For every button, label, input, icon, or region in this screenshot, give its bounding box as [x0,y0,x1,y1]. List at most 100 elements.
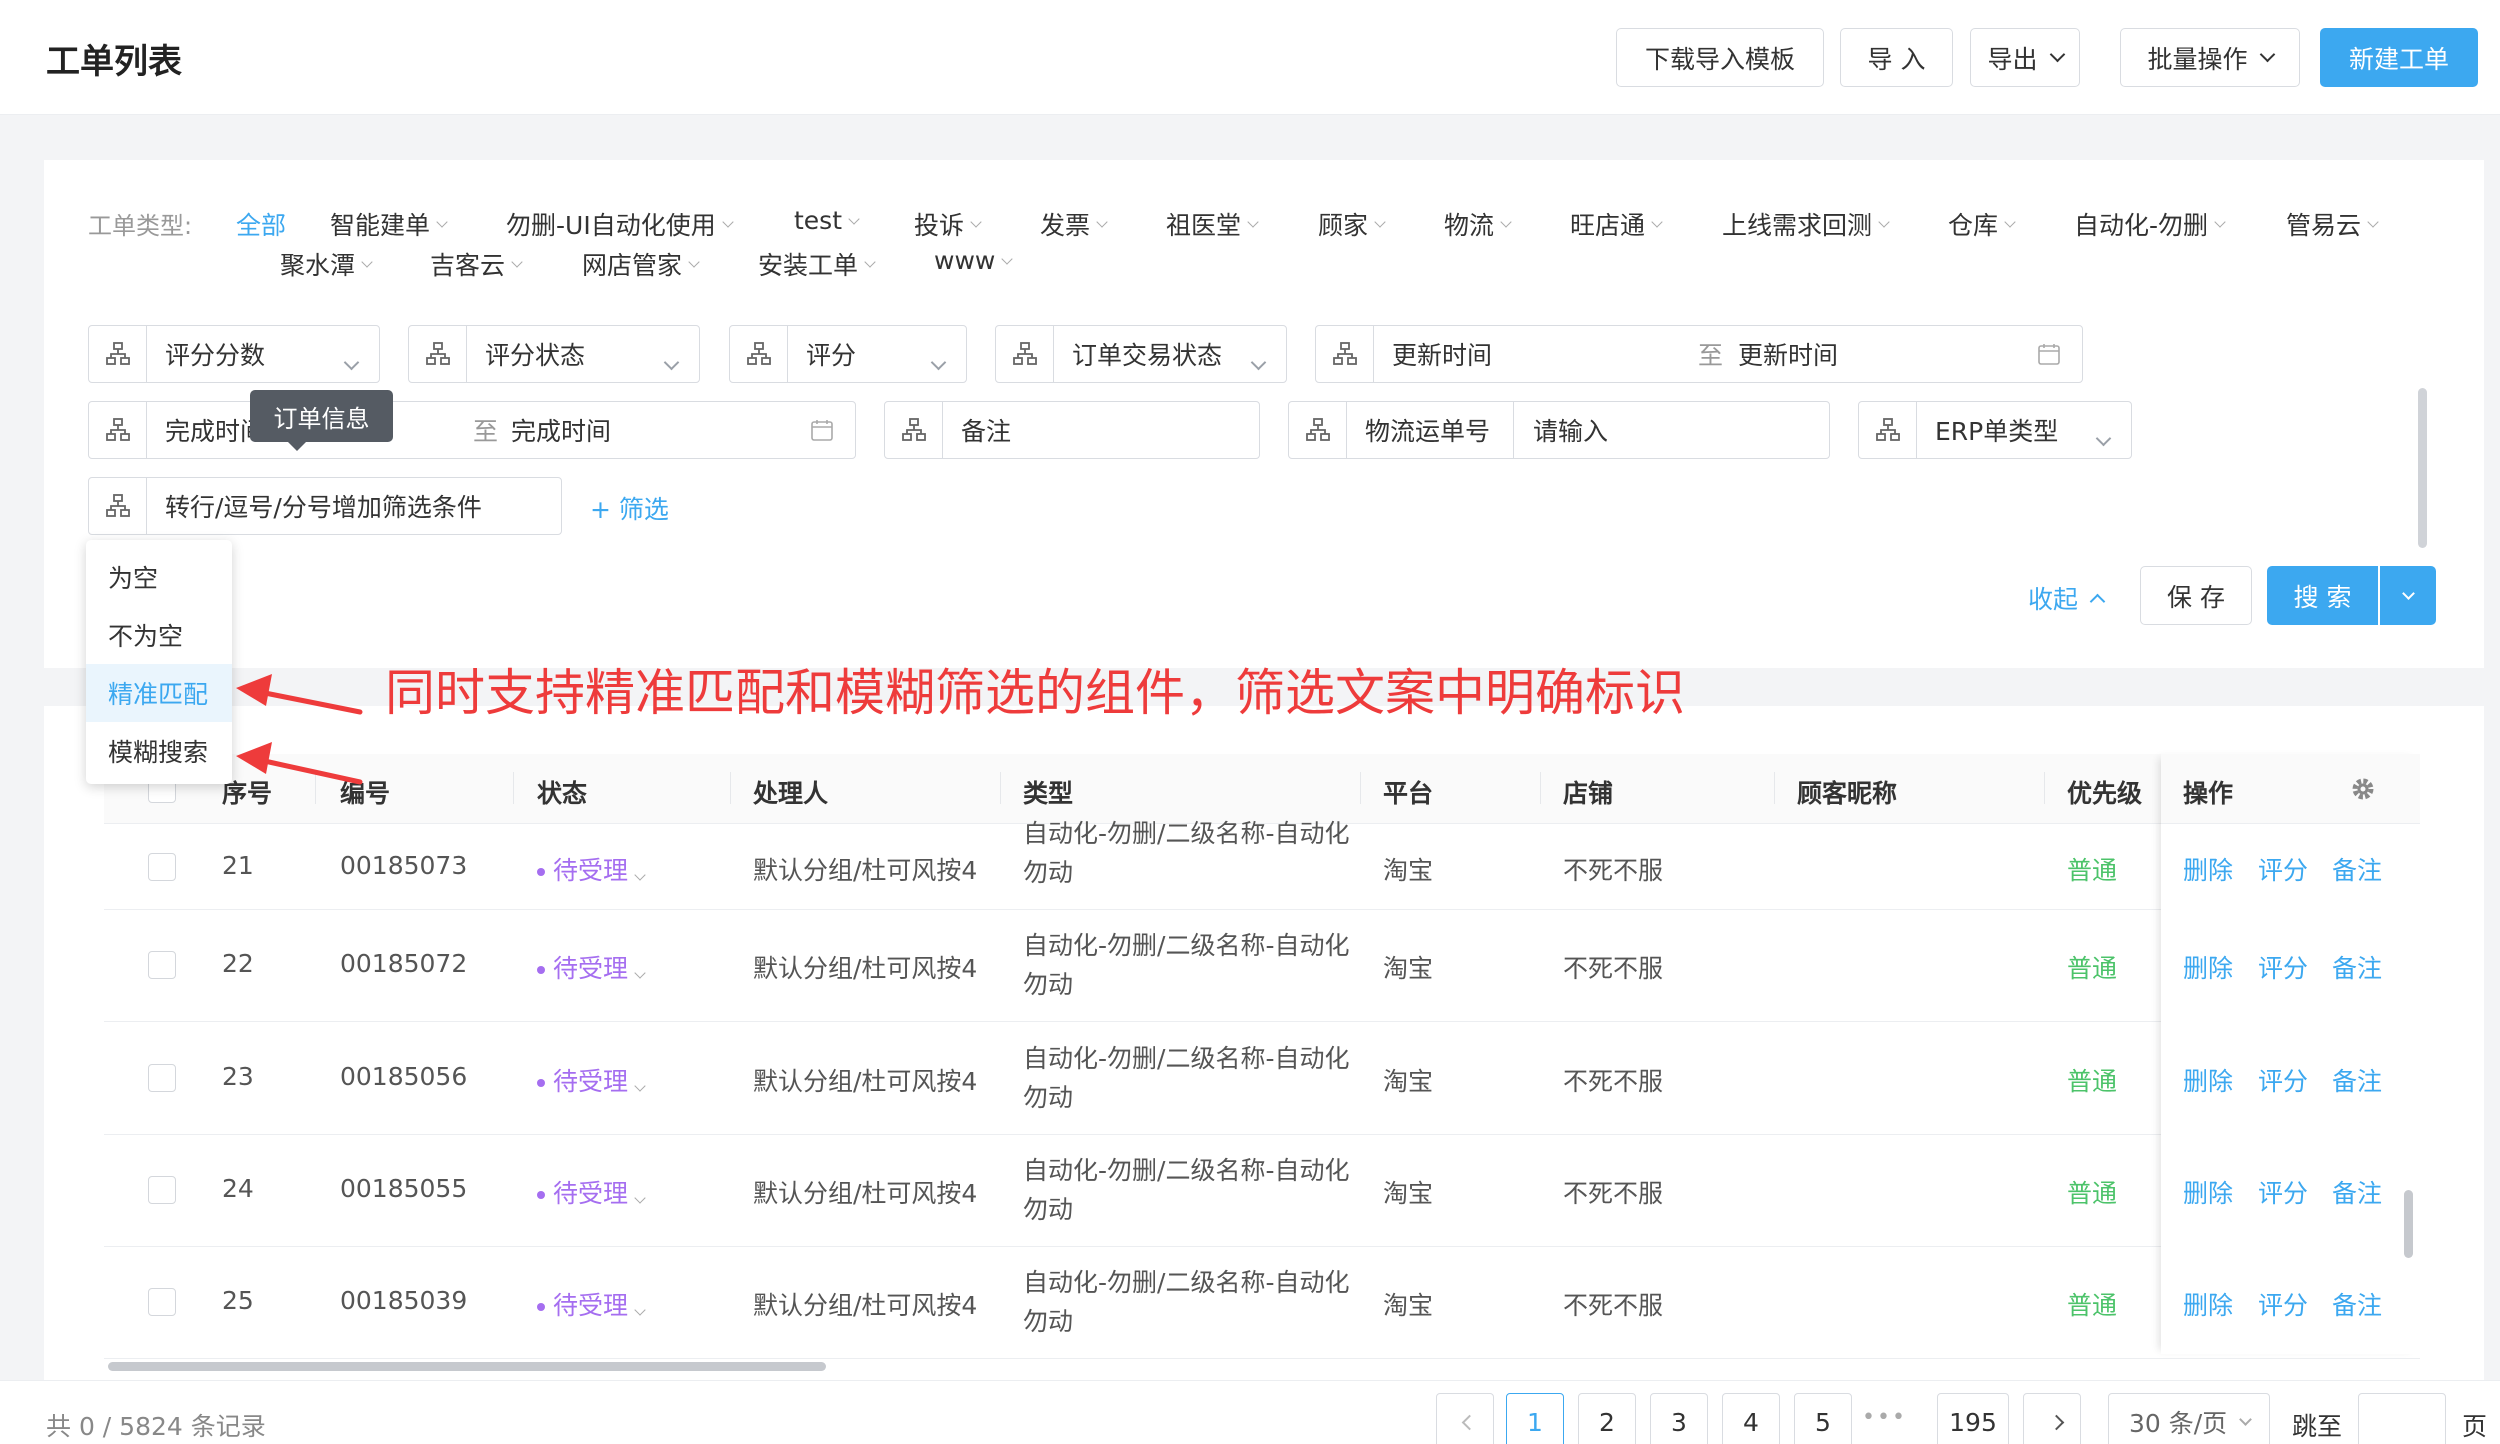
ticket-type-tab[interactable]: 旺店通 [1570,206,1663,242]
pagination-ellipsis: ••• [1862,1405,1907,1430]
ticket-type-tab[interactable]: 仓库 [1948,206,2016,242]
menu-item-fuzzy-search[interactable]: 模糊搜索 [86,722,232,780]
chevron-down-icon [361,256,373,268]
ticket-type-tab[interactable]: 全部 [236,206,286,242]
delete-button[interactable]: 删除 [2183,1062,2233,1098]
jump-page-input[interactable] [2358,1393,2446,1444]
multi-value-input[interactable]: 转行/逗号/分号增加筛选条件 [147,488,482,524]
filter-score[interactable]: 评分 [729,325,967,383]
page-size-select[interactable]: 30 条/页 [2108,1393,2270,1444]
page-2[interactable]: 2 [1578,1393,1636,1444]
rate-button[interactable]: 评分 [2258,949,2308,985]
delete-button[interactable]: 删除 [2183,1286,2233,1322]
filter-erp-type[interactable]: ERP单类型 [1858,401,2132,459]
status-select[interactable]: 待受理 [537,851,646,887]
status-dot [537,867,545,876]
delete-button[interactable]: 删除 [2183,1174,2233,1210]
remark-button[interactable]: 备注 [2332,1174,2382,1210]
ticket-type-tab[interactable]: 管易云 [2286,206,2379,242]
filter-update-time-range[interactable]: 更新时间 至 更新时间 [1315,325,2083,383]
ticket-type-tab[interactable]: 勿删-UI自动化使用 [506,206,734,242]
rate-button[interactable]: 评分 [2258,851,2308,887]
menu-item-exact-match[interactable]: 精准匹配 [86,664,232,722]
status-select[interactable]: 待受理 [537,1062,646,1098]
remark-button[interactable]: 备注 [2332,851,2382,887]
rate-button[interactable]: 评分 [2258,1174,2308,1210]
next-page-button[interactable] [2023,1393,2081,1444]
priority-badge: 普通 [2067,1179,2118,1208]
rate-button[interactable]: 评分 [2258,1286,2308,1322]
remark-button[interactable]: 备注 [2332,1062,2382,1098]
row-shop: 不死不服 [1563,855,1664,885]
ticket-type-tab[interactable]: 祖医堂 [1166,206,1259,242]
prev-page-button[interactable] [1436,1393,1494,1444]
page-last[interactable]: 195 [1937,1393,2009,1444]
chevron-down-icon [1878,216,1890,228]
remark-button[interactable]: 备注 [2332,1286,2382,1322]
page-4[interactable]: 4 [1722,1393,1780,1444]
ticket-type-tab[interactable]: 投诉 [914,206,982,242]
new-ticket-button[interactable]: 新建工单 [2320,28,2478,87]
column-status: 状态 [537,779,588,808]
download-template-button[interactable]: 下载导入模板 [1616,28,1824,87]
ticket-type-tab[interactable]: 聚水潭 [280,246,373,282]
ticket-type-tab[interactable]: 上线需求回测 [1722,206,1890,242]
row-seq: 24 [222,1174,254,1203]
row-checkbox[interactable] [148,1288,176,1316]
filter-finish-time-range[interactable]: 完成时间 至 完成时间 [88,401,856,459]
column-priority: 优先级 [2067,779,2143,808]
filter-tree-icon[interactable] [89,478,147,534]
ticket-type-tab[interactable]: 顾家 [1318,206,1386,242]
ticket-type-tab[interactable]: 物流 [1444,206,1512,242]
filter-score-value[interactable]: 评分分数 [88,325,380,383]
logistics-number-input[interactable]: 请输入 [1533,402,1608,458]
collapse-button[interactable]: 收起 [2028,580,2106,616]
add-filter-button[interactable]: + 筛选 [590,490,669,526]
ticket-type-tab[interactable]: 安装工单 [758,246,876,282]
remark-button[interactable]: 备注 [2332,949,2382,985]
save-button[interactable]: 保 存 [2140,566,2252,625]
import-button[interactable]: 导 入 [1840,28,1953,87]
search-button[interactable]: 搜 索 [2267,566,2378,625]
status-select[interactable]: 待受理 [537,1286,646,1322]
row-checkbox[interactable] [148,1176,176,1204]
filter-remark[interactable]: 备注 [884,401,1260,459]
ticket-type-tab[interactable]: 发票 [1040,206,1108,242]
ticket-type-tab[interactable]: 吉客云 [430,246,523,282]
ticket-type-tab[interactable]: 自动化-勿删 [2074,206,2226,242]
chevron-down-icon [930,345,947,374]
operations-column [2161,754,2420,1354]
table-horizontal-scrollbar[interactable] [108,1362,826,1371]
filter-tree-icon [89,326,147,382]
priority-badge: 普通 [2067,1291,2118,1320]
rate-button[interactable]: 评分 [2258,1062,2308,1098]
ticket-type-tab[interactable]: www [934,246,1014,275]
row-seq: 23 [222,1061,254,1091]
page-3[interactable]: 3 [1650,1393,1708,1444]
ticket-type-tab[interactable]: 智能建单 [330,206,448,242]
ticket-type-tab[interactable]: test [794,206,860,235]
status-select[interactable]: 待受理 [537,1174,646,1210]
row-checkbox[interactable] [148,1063,176,1092]
menu-item-empty[interactable]: 为空 [86,548,232,606]
gear-icon[interactable] [2350,776,2376,809]
filter-score-status[interactable]: 评分状态 [408,325,700,383]
filter-scrollbar[interactable] [2418,388,2427,548]
filter-multi-value[interactable]: 转行/逗号/分号增加筛选条件 [88,477,562,535]
table-vertical-scrollbar[interactable] [2404,1190,2413,1258]
menu-item-not-empty[interactable]: 不为空 [86,606,232,664]
export-button[interactable]: 导出 [1970,28,2080,87]
row-checkbox[interactable] [148,852,176,881]
ticket-type-tab[interactable]: 网店管家 [582,246,700,282]
delete-button[interactable]: 删除 [2183,949,2233,985]
filter-order-status[interactable]: 订单交易状态 [995,325,1287,383]
delete-button[interactable]: 删除 [2183,851,2233,887]
page-1[interactable]: 1 [1506,1393,1564,1444]
status-select[interactable]: 待受理 [537,949,646,985]
batch-actions-button[interactable]: 批量操作 [2120,28,2300,87]
row-checkbox[interactable] [148,951,176,979]
filter-tree-icon [996,326,1054,382]
search-options-button[interactable] [2380,566,2436,625]
filter-logistics-number[interactable]: 物流运单号 请输入 [1288,401,1830,459]
page-5[interactable]: 5 [1794,1393,1852,1444]
